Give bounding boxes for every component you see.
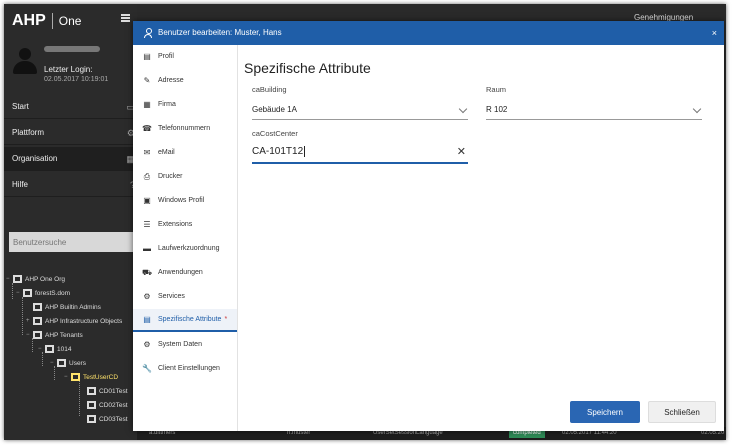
- side-item-extensions[interactable]: ☰ Extensions: [133, 213, 237, 236]
- side-item-drucker[interactable]: ⎙ Drucker: [133, 165, 237, 188]
- wrench-icon: 🔧: [142, 364, 152, 373]
- logo-sub: One: [58, 14, 82, 28]
- save-button[interactable]: Speichern: [570, 401, 640, 423]
- printer-icon: ⎙: [143, 171, 151, 181]
- unsaved-marker: *: [224, 316, 228, 323]
- nav-label: Plattform: [12, 128, 45, 137]
- nav-organisation[interactable]: Organisation ▦: [4, 147, 137, 171]
- user-search-input[interactable]: [9, 232, 135, 252]
- user-icon: [144, 28, 152, 38]
- tree-node[interactable]: CD02Test: [80, 401, 128, 409]
- username-blurred: [44, 46, 100, 52]
- room-value: R 102: [486, 105, 508, 114]
- org-icon: [87, 415, 96, 423]
- side-item-profil[interactable]: ▤ Profil: [133, 45, 237, 68]
- dialog-side-nav: ▤ Profil ✎ Adresse ▦ Firma ☎ Telefonnummern …: [133, 45, 238, 431]
- page-title: Spezifische Attribute: [244, 60, 371, 76]
- room-label: Raum: [486, 85, 507, 94]
- close-icon[interactable]: ×: [712, 21, 717, 45]
- org-icon: [71, 373, 80, 381]
- gear-icon: ⚙: [143, 292, 151, 301]
- tree-node[interactable]: + AHP Infrastructure Objects: [26, 317, 122, 325]
- side-item-laufwerkzuordnung[interactable]: ▬ Laufwerkzuordnung: [133, 237, 237, 260]
- tree-node[interactable]: − Users: [50, 359, 86, 367]
- app-window: AHP One Letzter Login: 02.05.2017 10:19:…: [4, 4, 726, 440]
- side-item-email[interactable]: ✉ eMail: [133, 141, 237, 164]
- side-item-anwendungen[interactable]: ⛟ Anwendungen: [133, 261, 237, 284]
- logo-text: AHP: [12, 12, 46, 29]
- tree-node[interactable]: −1014: [38, 345, 71, 353]
- org-icon: [33, 317, 42, 325]
- tree-node[interactable]: − AHP One Org: [6, 275, 65, 283]
- side-item-spezifische-attribute[interactable]: ▤ Spezifische Attribute *: [133, 309, 237, 332]
- tree-node-selected[interactable]: − TestUserCD: [64, 373, 118, 381]
- close-button[interactable]: Schließen: [648, 401, 716, 423]
- org-icon: [23, 289, 32, 297]
- company-icon: ▦: [143, 100, 151, 109]
- mail-icon: ✉: [143, 148, 151, 157]
- costcenter-input[interactable]: CA-101T12 ✕: [252, 142, 468, 164]
- side-item-telefonnummern[interactable]: ☎ Telefonnummern: [133, 117, 237, 140]
- tree-node[interactable]: − forestS.dom: [16, 289, 70, 297]
- clear-icon[interactable]: ✕: [457, 142, 466, 162]
- hamburger-menu-icon[interactable]: [121, 14, 130, 22]
- org-icon: [87, 401, 96, 409]
- drive-icon: ▬: [143, 244, 151, 253]
- app-logo: AHP One: [12, 10, 81, 32]
- building-value: Gebäude 1A: [252, 105, 297, 114]
- tree-node[interactable]: − AHP Tenants: [26, 331, 83, 339]
- nav-plattform[interactable]: Plattform ⚙: [4, 121, 137, 145]
- dialog-header: Benutzer bearbeiten: Muster, Hans ×: [133, 21, 724, 45]
- chevron-down-icon: [692, 104, 702, 114]
- costcenter-value: CA-101T12: [252, 146, 304, 157]
- nav-label: Organisation: [12, 154, 58, 163]
- tree-node[interactable]: CD01Test: [80, 387, 128, 395]
- room-select[interactable]: R 102: [486, 100, 702, 120]
- side-item-system-daten[interactable]: ⚙ System Daten: [133, 333, 237, 356]
- side-item-adresse[interactable]: ✎ Adresse: [133, 69, 237, 92]
- cogs-icon: ⚙: [143, 340, 151, 349]
- list-icon: ☰: [143, 220, 151, 229]
- dialog-content: Spezifische Attribute caBuilding Gebäude…: [238, 45, 724, 431]
- side-item-client-einstellungen[interactable]: 🔧 Client Einstellungen: [133, 357, 237, 380]
- chevron-down-icon: [458, 104, 468, 114]
- costcenter-label: caCostCenter: [252, 129, 298, 138]
- profile-icon: ▤: [143, 52, 151, 61]
- org-icon: [33, 303, 42, 311]
- edit-icon: ✎: [143, 76, 151, 85]
- tree-node[interactable]: CD03Test: [80, 415, 128, 423]
- window-icon: ▣: [143, 196, 151, 205]
- org-icon: [87, 387, 96, 395]
- nav-label: Start: [12, 102, 29, 111]
- side-item-firma[interactable]: ▦ Firma: [133, 93, 237, 116]
- dialog-title: Benutzer bearbeiten: Muster, Hans: [158, 28, 282, 37]
- side-item-services[interactable]: ⚙ Services: [133, 285, 237, 308]
- avatar: [12, 48, 38, 74]
- cart-icon: ⛟: [141, 267, 153, 277]
- org-icon: [33, 331, 42, 339]
- org-icon: [45, 345, 54, 353]
- app-sidebar: AHP One Letzter Login: 02.05.2017 10:19:…: [4, 4, 137, 440]
- building-select[interactable]: Gebäude 1A: [252, 100, 468, 120]
- nav-label: Hilfe: [12, 180, 29, 189]
- side-item-windows-profil[interactable]: ▣ Windows Profil: [133, 189, 237, 212]
- last-login-label: Letzter Login:: [44, 65, 93, 74]
- org-icon: [57, 359, 66, 367]
- nav-start[interactable]: Start ▭: [4, 95, 137, 119]
- building-label: caBuilding: [252, 85, 287, 94]
- org-icon: [13, 275, 22, 283]
- tree-node[interactable]: AHP Builtin Admins: [26, 303, 101, 311]
- last-login-date: 02.05.2017 10:19:01: [44, 76, 109, 83]
- phone-icon: ☎: [142, 124, 152, 133]
- edit-user-dialog: Benutzer bearbeiten: Muster, Hans × ▤ Pro…: [133, 21, 724, 431]
- nav-hilfe[interactable]: Hilfe ?: [4, 173, 137, 197]
- attributes-icon: ▤: [143, 315, 151, 324]
